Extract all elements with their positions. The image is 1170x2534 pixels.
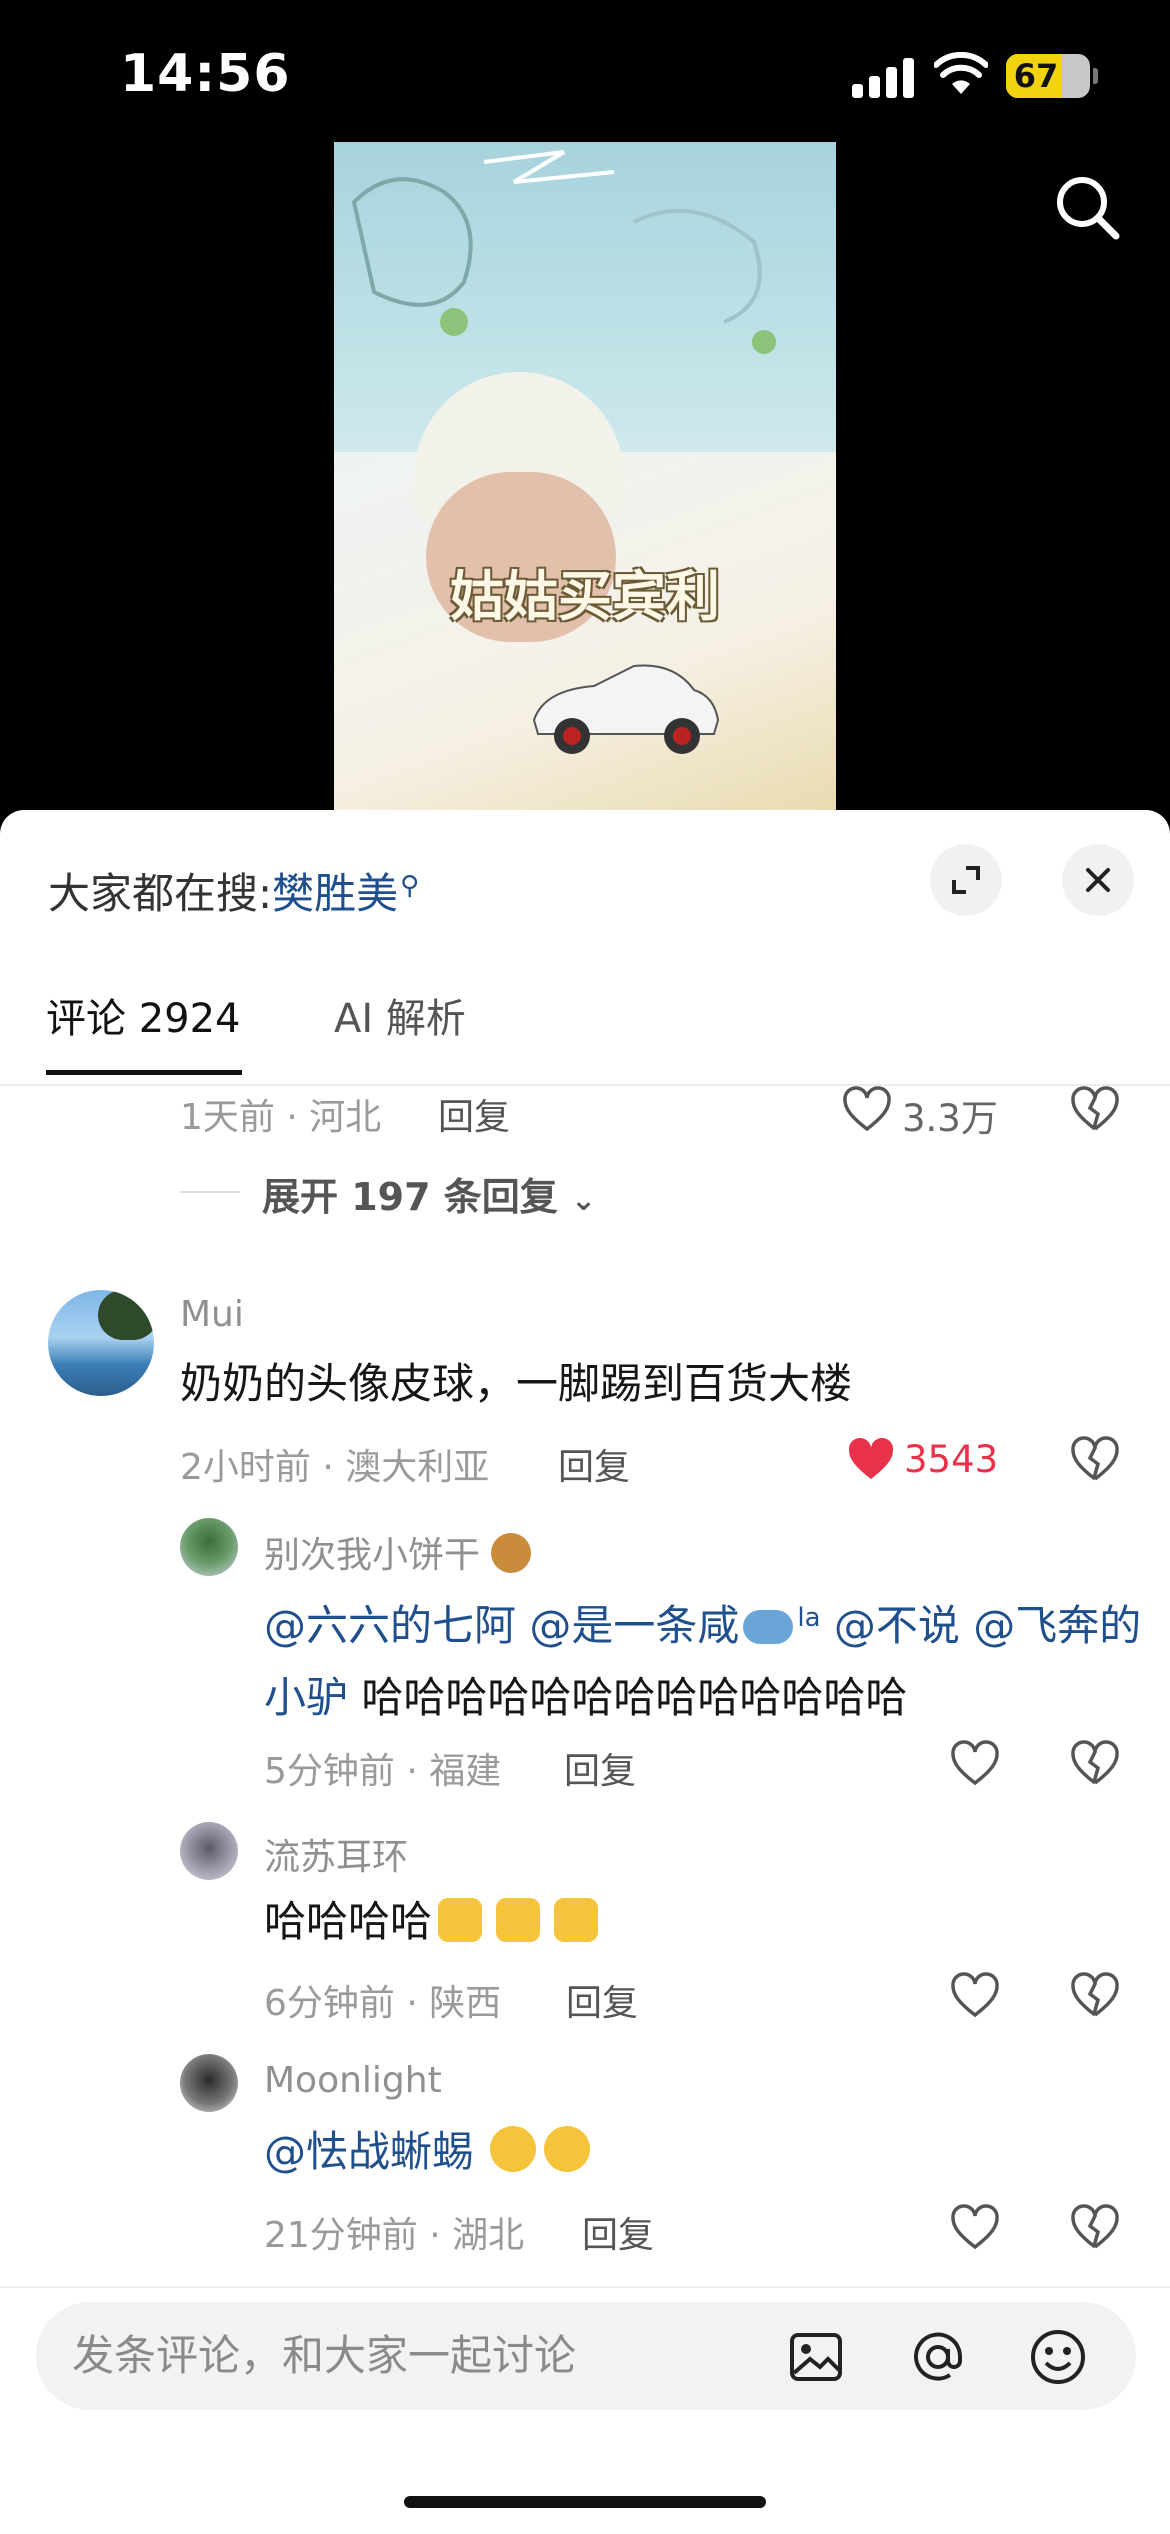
tab-underline (46, 1070, 242, 1075)
username-text: 别次我小饼干 (264, 1535, 481, 1576)
avatar[interactable] (180, 1822, 238, 1880)
reply-button[interactable]: 回复 (566, 1974, 638, 2026)
comment-text-main: 哈哈哈哈 (264, 1897, 433, 1946)
reply-button[interactable]: 回复 (438, 1088, 510, 1140)
username[interactable]: Moonlight (264, 2060, 442, 2101)
comment-meta: 5分钟前 · 福建 (264, 1751, 502, 1792)
heart-icon[interactable] (950, 1740, 1000, 1790)
comment-text-tail: 哈哈哈哈哈哈哈哈哈哈哈哈哈 (348, 1673, 908, 1722)
comment-text: @怯战蜥蜴 (264, 2116, 591, 2188)
video-caption: 姑姑买宾利 (450, 565, 720, 628)
trending-term[interactable]: 樊胜美 (272, 869, 398, 918)
cookie-emoji (491, 1533, 532, 1573)
comment-input[interactable]: 发条评论，和大家一起讨论 (36, 2302, 1136, 2410)
close-icon (1086, 868, 1110, 892)
broken-heart-icon[interactable] (1070, 1740, 1120, 1790)
avatar[interactable] (180, 1518, 238, 1576)
emoji-icon[interactable] (1028, 2327, 1088, 2387)
reply-button[interactable]: 回复 (564, 1742, 636, 1794)
battery-icon: 67 (1006, 54, 1090, 98)
car-image (532, 664, 720, 754)
battery-tip (1093, 68, 1098, 84)
wifi-icon (934, 52, 988, 94)
comment-text: 奶奶的头像皮球，一脚踢到百货大楼 (180, 1359, 853, 1408)
image-icon[interactable] (788, 2329, 844, 2385)
broken-heart-icon[interactable] (1070, 1436, 1120, 1486)
status-bar: 14:56 67 (0, 0, 1170, 150)
comment-input-placeholder: 发条评论，和大家一起讨论 (72, 2331, 577, 2380)
video-player[interactable]: 姑姑买宾利 (334, 142, 836, 812)
broken-heart-icon[interactable] (1070, 1972, 1120, 2022)
cellular-signal-icon (852, 58, 914, 98)
thumbs-up-emoji (496, 1898, 541, 1942)
comment-meta: 21分钟前 · 湖北 (264, 2215, 525, 2256)
heart-filled-icon[interactable] (846, 1436, 896, 1486)
expand-icon (952, 866, 980, 894)
mention[interactable]: @不说 (834, 1601, 960, 1650)
heart-icon[interactable] (950, 2204, 1000, 2254)
comment-meta: 6分钟前 · 陕西 (264, 1983, 502, 2024)
mention[interactable]: @六六的七阿 (264, 1601, 516, 1650)
expand-button[interactable] (930, 844, 1002, 916)
trending-search[interactable]: 大家都在搜:樊胜美⚲ (48, 860, 419, 921)
broken-heart-icon[interactable] (1070, 1086, 1120, 1136)
comment-meta: 1天前 · 河北 (180, 1097, 382, 1138)
like-count: 3.3万 (902, 1097, 998, 1140)
avatar[interactable] (180, 2054, 238, 2112)
trending-label: 大家都在搜: (48, 869, 273, 918)
reply-button[interactable]: 回复 (558, 1438, 630, 1490)
expand-divider (180, 1191, 240, 1193)
tab-ai-analysis[interactable]: AI 解析 (334, 986, 466, 1044)
mention[interactable]: @怯战蜥蜴 (264, 2127, 474, 2176)
home-indicator (404, 2496, 766, 2508)
mention-suffix: la (797, 1603, 821, 1633)
status-time: 14:56 (120, 44, 291, 104)
thumbs-up-emoji (554, 1898, 599, 1942)
comment-text: 哈哈哈哈 (264, 1886, 599, 1958)
battery-percent: 67 (1013, 57, 1059, 95)
broken-heart-icon[interactable] (1070, 2204, 1120, 2254)
mention[interactable]: @是一条咸 (529, 1601, 739, 1650)
heart-icon[interactable] (950, 1972, 1000, 2022)
tab-bar: 评论 2924 AI 解析 (0, 960, 1170, 1086)
like-count: 3543 (904, 1438, 999, 1481)
username[interactable]: 别次我小饼干 (264, 1526, 532, 1578)
chevron-down-icon: ⌄ (571, 1183, 597, 1218)
laughing-emoji (544, 2126, 591, 2172)
thumbs-up-emoji (438, 1898, 483, 1942)
search-small-icon: ⚲ (400, 871, 420, 901)
close-button[interactable] (1062, 844, 1134, 916)
reply-button[interactable]: 回复 (582, 2206, 654, 2258)
username[interactable]: 流苏耳环 (264, 1828, 408, 1880)
tab-comments[interactable]: 评论 2924 (46, 986, 241, 1044)
heart-icon[interactable] (842, 1086, 892, 1136)
expand-replies-button[interactable]: 展开 197 条回复 ⌄ (262, 1166, 596, 1221)
search-icon[interactable] (1052, 172, 1122, 242)
fish-emoji (743, 1610, 794, 1644)
laughing-emoji (490, 2126, 537, 2172)
comment-text: @六六的七阿 @是一条咸 la @不说 @飞奔的小驴 哈哈哈哈哈哈哈哈哈哈哈哈哈 (264, 1582, 1144, 1734)
expand-replies-label: 展开 197 条回复 (262, 1175, 558, 1219)
username[interactable]: Mui (180, 1294, 244, 1335)
at-icon[interactable] (908, 2327, 968, 2387)
avatar[interactable] (48, 1290, 154, 1396)
comment-meta: 2小时前 · 澳大利亚 (180, 1447, 490, 1488)
